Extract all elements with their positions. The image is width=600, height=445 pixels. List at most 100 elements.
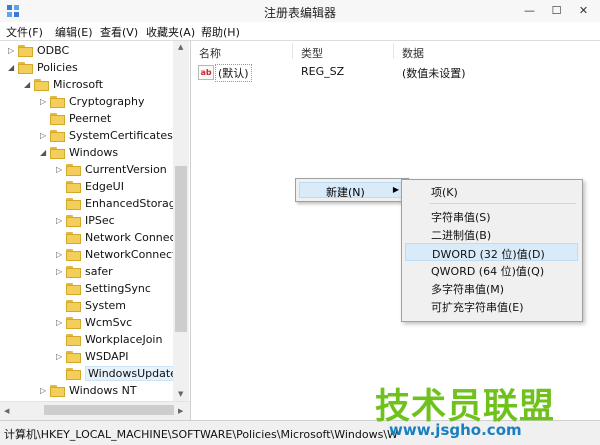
expand-arrow-icon[interactable]: ▷ (40, 386, 48, 396)
new-submenu: 项(K) 字符串值(S) 二进制值(B) DWORD (32 位)值(D) QW… (401, 179, 583, 322)
column-data-header[interactable]: 数据 (402, 45, 424, 61)
menu-favorites[interactable]: 收藏夹(A) (146, 24, 195, 40)
expand-arrow-icon[interactable]: ▷ (40, 131, 48, 141)
tree-node[interactable]: Network Connect (56, 230, 180, 247)
menu-item-new-label: 新建(N) (326, 186, 365, 199)
tree-node[interactable]: ◢ Microsoft (24, 77, 180, 94)
tree-node[interactable]: ▷ IPSec (56, 213, 180, 230)
tree-node[interactable]: System (56, 298, 180, 315)
tree-node[interactable]: ▷ safer (56, 264, 180, 281)
title-bar: 注册表编辑器 — ☐ ✕ (0, 0, 600, 23)
collapse-arrow-icon[interactable]: ◢ (24, 80, 32, 90)
tree-node-label: WorkplaceJoin (85, 333, 163, 346)
menu-item-string-value[interactable]: 字符串值(S) (405, 207, 578, 225)
expand-arrow-icon[interactable]: ▷ (56, 216, 64, 226)
expand-arrow-icon[interactable]: ▷ (56, 352, 64, 362)
value-type: REG_SZ (301, 65, 345, 78)
expand-arrow-icon[interactable]: ▷ (40, 97, 48, 107)
scroll-right-icon[interactable]: ▶ (178, 407, 183, 415)
collapse-arrow-icon[interactable]: ◢ (40, 148, 48, 158)
close-button[interactable]: ✕ (570, 0, 597, 22)
value-name-default[interactable]: (默认) (215, 64, 252, 82)
tree-node[interactable]: ▷ WSDAPI (56, 349, 180, 366)
folder-icon (66, 300, 81, 312)
scroll-up-icon[interactable]: ▲ (178, 43, 183, 51)
expand-arrow-icon[interactable]: ▷ (56, 165, 64, 175)
registry-tree[interactable]: ▷ ODBC ◢ Policies ◢ Microsoft ▷ Cryptography Pee… (0, 41, 191, 420)
scroll-left-icon[interactable]: ◀ (4, 407, 9, 415)
status-path: 计算机\HKEY_LOCAL_MACHINE\SOFTWARE\Policies… (4, 428, 398, 441)
menu-item-key-label: 项(K) (431, 186, 458, 199)
tree-node[interactable]: WindowsUpdate (56, 366, 180, 383)
menu-item-binary-value[interactable]: 二进制值(B) (405, 225, 578, 243)
menu-item-expandable-string-value[interactable]: 可扩充字符串值(E) (405, 297, 578, 315)
minimize-button[interactable]: — (516, 0, 543, 22)
menu-item-label: 二进制值(B) (431, 229, 492, 242)
tree-node[interactable]: ▷ WcmSvc (56, 315, 180, 332)
watermark: 技术员联盟 www.jsgho.com (375, 378, 595, 440)
menu-file[interactable]: 文件(F) (6, 24, 43, 40)
tree-horizontal-scroll-thumb[interactable] (44, 405, 174, 415)
expand-arrow-icon[interactable]: ▷ (8, 46, 16, 56)
column-type-header[interactable]: 类型 (301, 45, 323, 61)
value-data: (数值未设置) (402, 67, 466, 80)
tree-node-label: Windows NT (69, 384, 137, 397)
expand-arrow-icon[interactable]: ▷ (56, 267, 64, 277)
folder-icon (66, 351, 81, 363)
menu-item-qword-value[interactable]: QWORD (64 位)值(Q) (405, 261, 578, 279)
tree-node[interactable]: Peernet (40, 111, 180, 128)
submenu-arrow-icon: ▶ (392, 185, 399, 194)
tree-node[interactable]: ▷ ODBC (8, 43, 180, 60)
tree-node-label: Windows (69, 146, 119, 159)
folder-icon (66, 232, 81, 244)
menu-item-new[interactable]: 新建(N) ▶ (299, 182, 404, 199)
expand-arrow-icon[interactable]: ▷ (56, 318, 64, 328)
menu-item-multi-string-value[interactable]: 多字符串值(M) (405, 279, 578, 297)
tree-node-label: Network Connect (85, 231, 180, 244)
tree-node[interactable]: WorkplaceJoin (56, 332, 180, 349)
string-value-icon: ab (198, 65, 214, 80)
tree-node[interactable]: ▷ SystemCertificates (40, 128, 180, 145)
menu-edit[interactable]: 编辑(E) (55, 24, 93, 40)
tree-node[interactable]: EdgeUI (56, 179, 180, 196)
expand-arrow-icon[interactable]: ▷ (56, 250, 64, 260)
menu-item-dword-value[interactable]: DWORD (32 位)值(D) (405, 243, 578, 261)
tree-node-label: safer (85, 265, 113, 278)
tree-node-label: NetworkConnecti (85, 248, 180, 261)
column-name-header[interactable]: 名称 (199, 45, 221, 61)
tree-node[interactable]: SettingSync (56, 281, 180, 298)
tree-node-label: Cryptography (69, 95, 145, 108)
collapse-arrow-icon[interactable]: ◢ (8, 63, 16, 73)
tree-node[interactable]: ▷ NetworkConnecti (56, 247, 180, 264)
tree-node-label: WindowsUpdate (85, 366, 180, 381)
tree-node[interactable]: ◢ Windows (40, 145, 180, 162)
tree-node[interactable]: ▷ CurrentVersion (56, 162, 180, 179)
folder-icon (66, 368, 81, 380)
tree-node[interactable]: ▷ Windows NT (40, 383, 180, 400)
menu-item-label: 字符串值(S) (431, 211, 491, 224)
folder-icon (50, 96, 65, 108)
column-divider[interactable] (393, 43, 394, 59)
menu-view[interactable]: 查看(V) (100, 24, 138, 40)
tree-vertical-scroll-thumb[interactable] (175, 166, 187, 332)
tree-node-label: EdgeUI (85, 180, 124, 193)
folder-icon (66, 181, 81, 193)
menu-item-key[interactable]: 项(K) (405, 182, 578, 200)
tree-node-label: ODBC (37, 44, 70, 57)
tree-node-label: IPSec (85, 214, 115, 227)
tree-node[interactable]: ▷ Cryptography (40, 94, 180, 111)
folder-icon (50, 130, 65, 142)
folder-icon (66, 164, 81, 176)
scroll-down-icon[interactable]: ▼ (178, 390, 183, 398)
maximize-button[interactable]: ☐ (543, 0, 570, 22)
column-divider[interactable] (292, 43, 293, 59)
tree-node-label: Policies (37, 61, 78, 74)
menu-help[interactable]: 帮助(H) (201, 24, 240, 40)
folder-icon (18, 62, 33, 74)
menu-item-label: 可扩充字符串值(E) (431, 301, 524, 314)
tree-node[interactable]: ◢ Policies (8, 60, 180, 77)
menu-item-label: DWORD (32 位)值(D) (432, 248, 545, 261)
tree-node[interactable]: EnhancedStorage (56, 196, 182, 213)
folder-icon (50, 113, 65, 125)
tree-node-label: SystemCertificates (69, 129, 173, 142)
